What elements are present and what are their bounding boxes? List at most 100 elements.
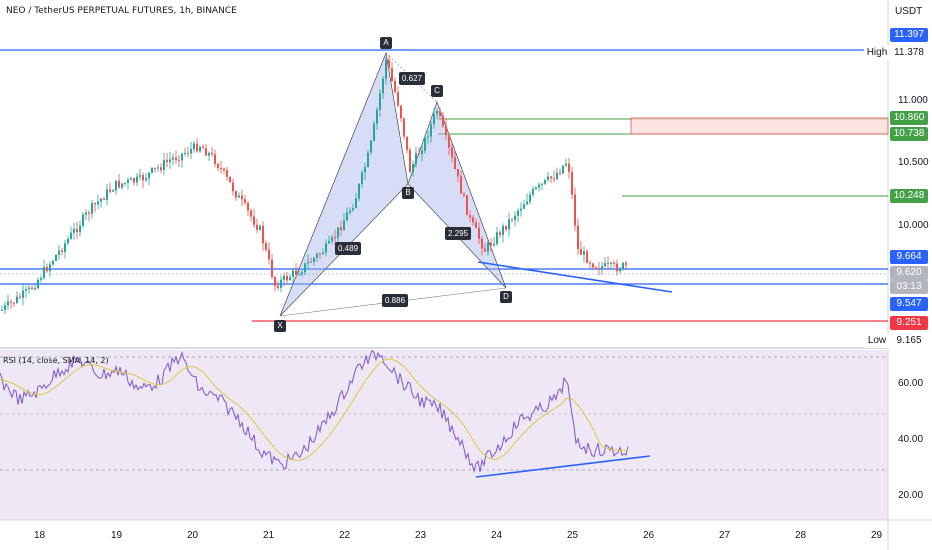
candle-body: [298, 274, 300, 276]
candle-body: [400, 105, 402, 119]
chart-canvas[interactable]: [0, 0, 932, 550]
candle-body: [574, 194, 576, 226]
pattern-point-c[interactable]: C: [431, 85, 443, 97]
candle-body: [31, 287, 33, 290]
blue-mid-label: 9.664: [890, 250, 928, 264]
candle-body: [256, 224, 258, 230]
candle-body: [109, 189, 111, 192]
chart-title[interactable]: NEO / TetherUS PERPETUAL FUTURES, 1h, BI…: [6, 6, 237, 16]
candle-body: [418, 153, 420, 155]
candle-body: [295, 270, 297, 275]
candle-body: [463, 193, 465, 196]
candle-body: [604, 262, 606, 267]
candle-body: [334, 237, 336, 239]
pattern-point-a[interactable]: A: [380, 37, 392, 49]
candle-body: [172, 157, 174, 160]
candle-body: [616, 263, 618, 272]
candle-body: [184, 153, 186, 155]
candle-body: [469, 214, 471, 218]
resistance-zone[interactable]: [630, 117, 889, 135]
candle-body: [148, 172, 150, 179]
candle-body: [265, 243, 267, 250]
candle-body: [361, 172, 363, 185]
candle-body: [313, 257, 315, 262]
candle-body: [430, 124, 432, 137]
green-mid-label: 10.248: [890, 189, 928, 203]
candle-body: [379, 93, 381, 110]
candle-body: [67, 238, 69, 244]
candle-body: [43, 267, 45, 279]
candle-body: [13, 302, 15, 304]
candle-body: [421, 150, 423, 155]
candle-body: [625, 262, 627, 266]
candle-body: [1, 309, 3, 311]
candle-body: [394, 81, 396, 93]
price-trendline[interactable]: [477, 261, 673, 293]
candle-body: [415, 153, 417, 164]
candle-body: [487, 242, 489, 252]
candle-body: [577, 225, 579, 249]
candle-body: [208, 152, 210, 156]
time-tick: 26: [643, 530, 655, 541]
candle-body: [259, 225, 261, 230]
candle-body: [499, 232, 501, 235]
candle-body: [292, 270, 294, 278]
candle-body: [142, 175, 144, 181]
candle-body: [52, 260, 54, 265]
pattern-bcd[interactable]: [407, 101, 507, 289]
candle-body: [106, 189, 108, 200]
candle-body: [436, 110, 438, 115]
pattern-point-d[interactable]: D: [500, 291, 512, 303]
candle-body: [541, 183, 543, 185]
pattern-point-b[interactable]: B: [402, 187, 414, 199]
candle-body: [280, 279, 282, 288]
blue-low-label: 9.547: [890, 297, 928, 311]
candle-body: [451, 147, 453, 158]
price-tick: 10.000: [898, 220, 929, 231]
candle-body: [382, 78, 384, 94]
candle-body: [223, 168, 225, 171]
candle-body: [145, 178, 147, 181]
candle-body: [61, 250, 63, 252]
candle-body: [94, 203, 96, 205]
candle-body: [121, 183, 123, 188]
candle-body: [178, 159, 180, 161]
low-value-label: 9.165: [890, 334, 928, 348]
time-tick: 27: [719, 530, 731, 541]
rsi-indicator-title[interactable]: RSI (14, close, SMA, 14, 2): [3, 356, 109, 365]
pattern-xab[interactable]: [279, 51, 409, 317]
candle-body: [619, 269, 621, 272]
candle-body: [49, 264, 51, 272]
green-top-label: 10.738: [890, 127, 928, 141]
price-tick: 10.500: [898, 157, 929, 168]
candle-body: [112, 190, 114, 192]
candle-body: [349, 210, 351, 213]
candle-body: [187, 153, 189, 155]
candle-body: [196, 143, 198, 152]
candle-body: [154, 167, 156, 169]
candle-body: [406, 136, 408, 150]
candle-body: [133, 178, 135, 183]
candle-body: [460, 176, 462, 194]
pattern-point-x[interactable]: X: [274, 320, 286, 332]
candle-body: [190, 148, 192, 154]
candle-body: [181, 153, 183, 161]
candle-body: [217, 164, 219, 169]
time-tick: 23: [415, 530, 427, 541]
candle-body: [592, 263, 594, 268]
candle-body: [520, 208, 522, 211]
candle-body: [199, 146, 201, 152]
candle-body: [358, 184, 360, 199]
candle-body: [370, 140, 372, 153]
low-name-label: Low: [864, 334, 890, 348]
candle-body: [355, 198, 357, 209]
candle-body: [205, 148, 207, 156]
candle-body: [535, 187, 537, 190]
time-tick: 18: [34, 530, 46, 541]
candle-body: [325, 243, 327, 253]
candle-body: [511, 219, 513, 221]
candle-body: [307, 261, 309, 264]
rsi-tick: 40.00: [898, 434, 924, 445]
candle-body: [583, 251, 585, 255]
red-low-label: 9.251: [890, 316, 928, 330]
